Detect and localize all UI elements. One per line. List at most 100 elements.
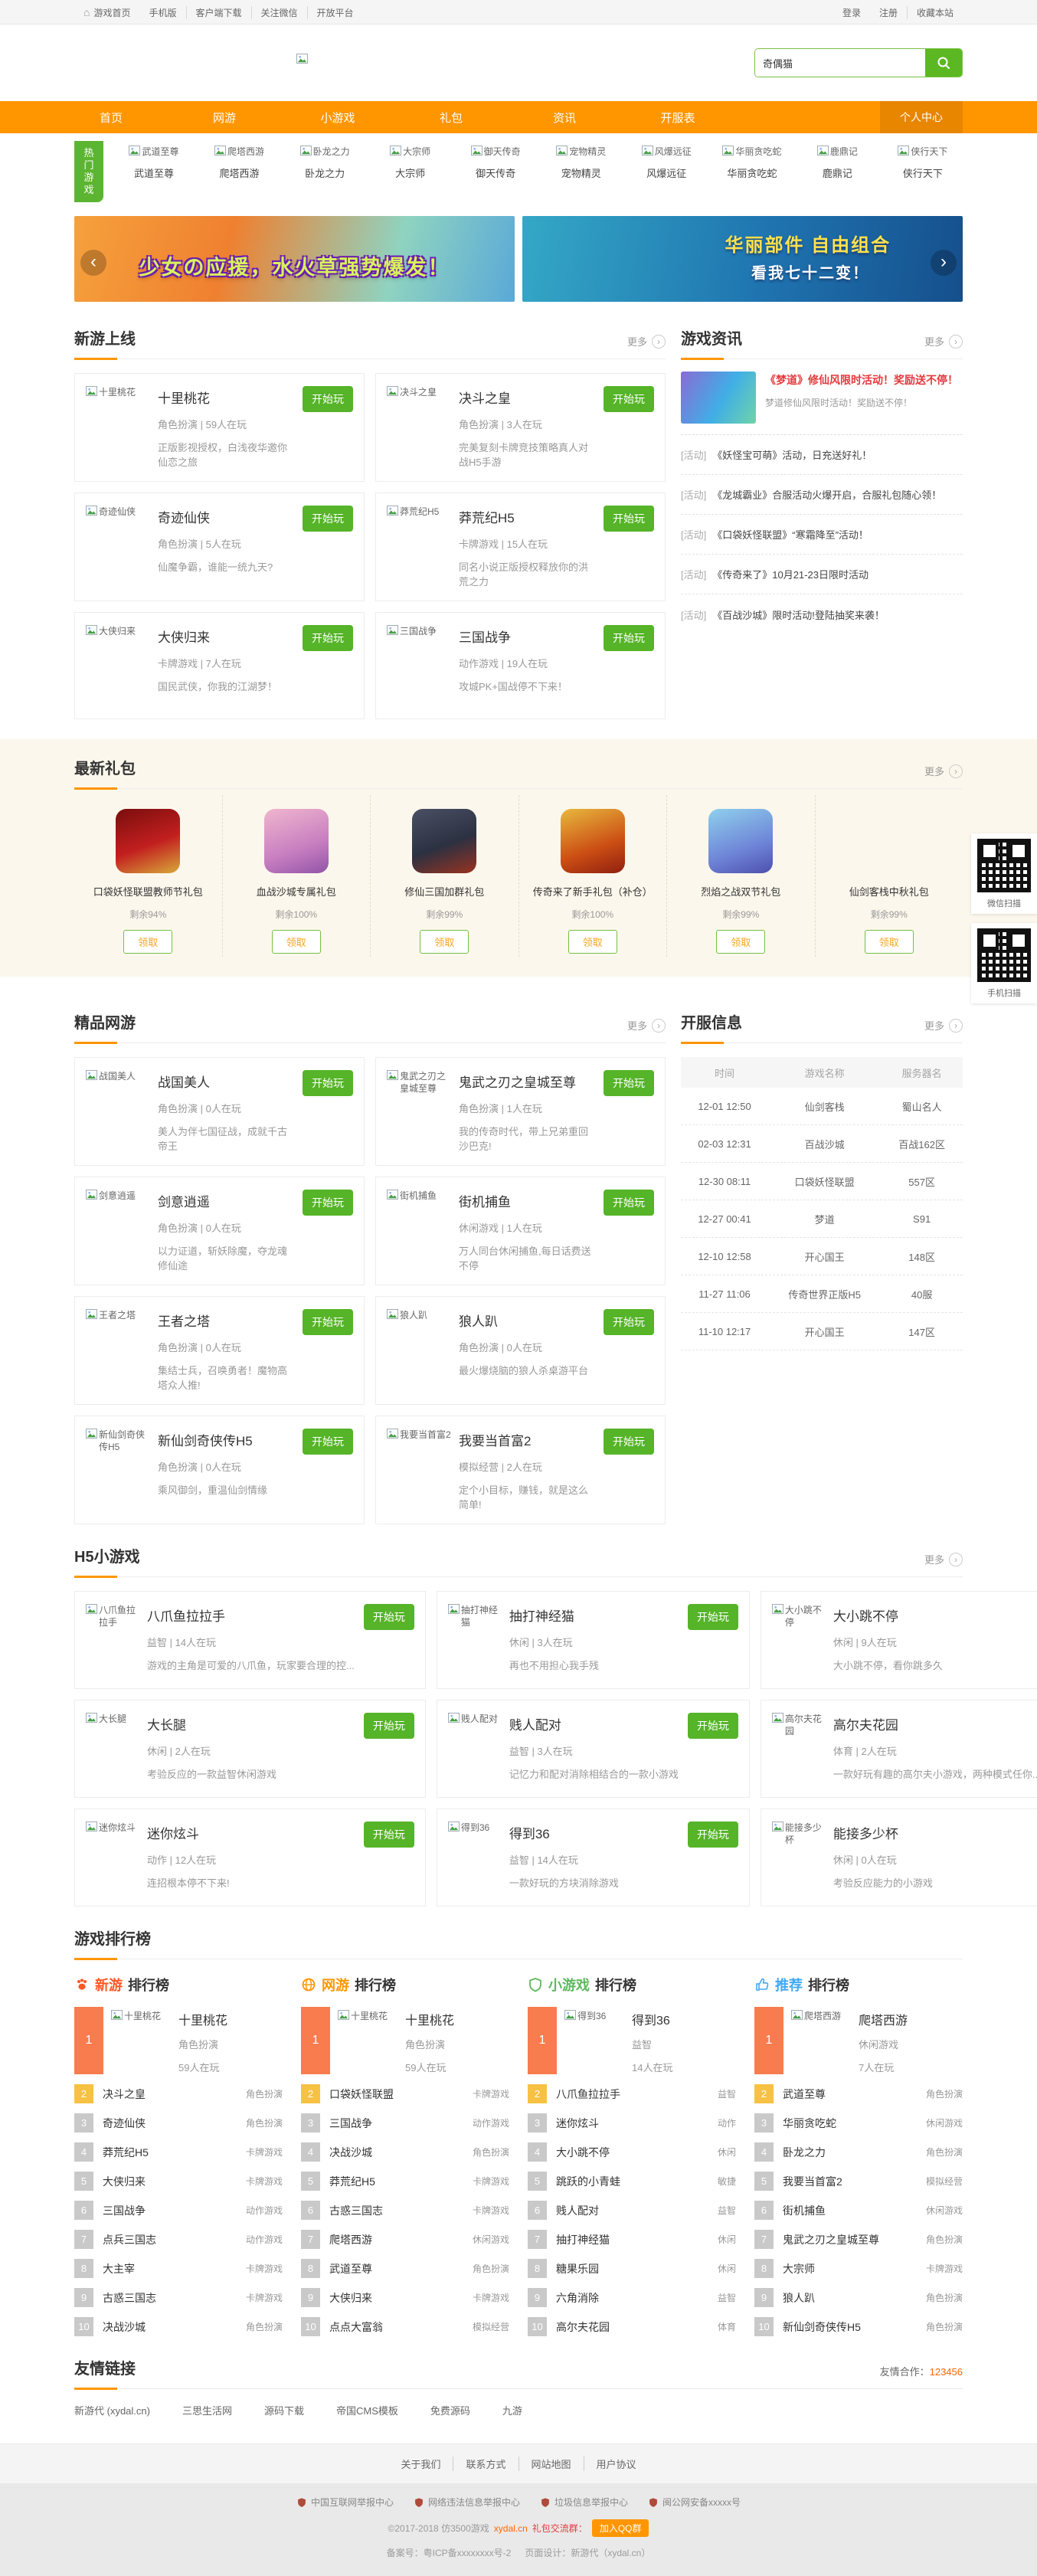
ranking-item[interactable]: 6 古惑三国志 卡牌游戏 [301, 2201, 509, 2220]
play-button[interactable]: 开始玩 [303, 1190, 353, 1216]
ranking-item[interactable]: 9 古惑三国志 卡牌游戏 [74, 2288, 283, 2307]
hot-game-item[interactable]: 宠物精灵 宠物精灵 [541, 141, 621, 202]
ranking-item[interactable]: 9 狼人趴 角色扮演 [754, 2288, 963, 2307]
play-button[interactable]: 开始玩 [604, 1309, 654, 1335]
play-button[interactable]: 开始玩 [303, 1309, 353, 1335]
site-domain-link[interactable]: xydal.cn [494, 2523, 528, 2534]
friend-link[interactable]: 免费源码 [430, 2403, 470, 2417]
ranking-item[interactable]: 7 点兵三国志 动作游戏 [74, 2230, 283, 2249]
ranking-item[interactable]: 2 决斗之皇 角色扮演 [74, 2084, 283, 2103]
nav-tab[interactable]: 开服表 [641, 101, 715, 133]
ranking-item[interactable]: 9 大侠归来 卡牌游戏 [301, 2288, 509, 2307]
ranking-item[interactable]: 2 武道至尊 角色扮演 [754, 2084, 963, 2103]
ranking-item[interactable]: 7 鬼武之刃之皇城至尊 角色扮演 [754, 2230, 963, 2249]
play-button[interactable]: 开始玩 [604, 1190, 654, 1216]
ranking-item[interactable]: 6 街机捕鱼 休闲游戏 [754, 2201, 963, 2220]
ranking-item[interactable]: 6 贱人配对 益智 [528, 2201, 736, 2220]
hot-game-item[interactable]: 大宗师 大宗师 [371, 141, 450, 202]
more-link[interactable]: 更多› [627, 334, 666, 349]
topbar-link[interactable]: 关注微信 [251, 6, 307, 19]
h5-game-card[interactable]: 迷你炫斗 迷你炫斗 动作 | 12人在玩 连招根本停不下来! 开始玩 [74, 1808, 426, 1907]
hot-game-item[interactable]: 武道至尊 武道至尊 [114, 141, 194, 202]
more-link[interactable]: 更多› [924, 764, 963, 778]
ranking-item[interactable]: 10 高尔夫花园 体育 [528, 2317, 736, 2336]
ranking-item[interactable]: 3 三国战争 动作游戏 [301, 2113, 509, 2132]
server-row[interactable]: 11-27 11:06 传奇世界正版H5 40服 [681, 1275, 963, 1313]
game-card[interactable]: 莽荒纪H5 莽荒纪H5 卡牌游戏 | 15人在玩 同名小说正版授权释放你的洪荒之… [375, 493, 666, 601]
ranking-top-item[interactable]: 1 十里桃花 十里桃花 角色扮演 59人在玩 [74, 2007, 283, 2074]
ranking-item[interactable]: 5 跳跃的小青蛙 敏捷 [528, 2172, 736, 2191]
server-row[interactable]: 02-03 12:31 百战沙城 百战162区 [681, 1125, 963, 1163]
claim-button[interactable]: 领取 [716, 930, 765, 954]
hot-game-item[interactable]: 卧龙之力 卧龙之力 [285, 141, 365, 202]
footer-link[interactable]: 用户协议 [584, 2457, 649, 2471]
more-link[interactable]: 更多› [924, 1018, 963, 1033]
nav-tab[interactable]: 礼包 [414, 101, 488, 133]
ranking-item[interactable]: 5 莽荒纪H5 卡牌游戏 [301, 2172, 509, 2191]
carousel-next-icon[interactable]: › [931, 250, 957, 276]
ranking-top-item[interactable]: 1 得到36 得到36 益智 14人在玩 [528, 2007, 736, 2074]
topbar-link[interactable]: 开放平台 [307, 6, 363, 19]
claim-button[interactable]: 领取 [420, 930, 469, 954]
server-row[interactable]: 12-30 08:11 口袋妖怪联盟 557区 [681, 1163, 963, 1200]
gift-game-icon[interactable] [708, 809, 773, 873]
game-card[interactable]: 十里桃花 十里桃花 角色扮演 | 59人在玩 正版影视授权，白浅夜华邀你仙恋之旅… [74, 373, 365, 482]
play-button[interactable]: 开始玩 [303, 1429, 353, 1455]
claim-button[interactable]: 领取 [123, 930, 172, 954]
featured-news[interactable]: 《梦道》修仙风限时活动！奖励送不停！ 梦道修仙风限时活动！奖励送不停！ [681, 359, 963, 435]
ranking-item[interactable]: 10 新仙剑奇侠传H5 角色扮演 [754, 2317, 963, 2336]
user-center-button[interactable]: 个人中心 [880, 101, 963, 133]
gift-game-icon[interactable] [561, 809, 625, 873]
friend-link[interactable]: 新游代 (xydal.cn) [74, 2403, 150, 2417]
server-row[interactable]: 12-10 12:58 开心国王 148区 [681, 1238, 963, 1275]
ranking-item[interactable]: 10 点点大富翁 模拟经营 [301, 2317, 509, 2336]
h5-game-card[interactable]: 抽打神经猫 抽打神经猫 休闲 | 3人在玩 再也不用担心我手残 开始玩 [437, 1591, 750, 1689]
news-item[interactable]: [活动] 《龙城霸业》合服活动火爆开启，合服礼包随心领！ [681, 475, 963, 515]
login-link[interactable]: 登录 [833, 6, 870, 19]
gift-game-icon[interactable] [264, 809, 329, 873]
ranking-top-item[interactable]: 1 爬塔西游 爬塔西游 休闲游戏 7人在玩 [754, 2007, 963, 2074]
footer-link[interactable]: 网站地图 [518, 2457, 584, 2471]
ranking-item[interactable]: 10 决战沙城 角色扮演 [74, 2317, 283, 2336]
ranking-item[interactable]: 4 决战沙城 角色扮演 [301, 2142, 509, 2162]
register-link[interactable]: 注册 [870, 6, 907, 19]
footer-link[interactable]: 联系方式 [453, 2457, 518, 2471]
search-button[interactable] [925, 49, 962, 77]
more-link[interactable]: 更多› [924, 1552, 963, 1566]
ranking-item[interactable]: 7 抽打神经猫 休闲 [528, 2230, 736, 2249]
ranking-item[interactable]: 8 大宗师 卡牌游戏 [754, 2259, 963, 2278]
carousel-prev-icon[interactable]: ‹ [80, 250, 106, 276]
report-badge-link[interactable]: 垃圾信息举报中心 [540, 2496, 628, 2509]
play-button[interactable]: 开始玩 [303, 1070, 353, 1096]
nav-tab[interactable]: 资讯 [528, 101, 601, 133]
play-button[interactable]: 开始玩 [688, 1822, 738, 1848]
friend-link[interactable]: 源码下载 [264, 2403, 304, 2417]
h5-game-card[interactable]: 大小跳不停 大小跳不停 休闲 | 9人在玩 大小跳不停，看你跳多久 开始玩 [761, 1591, 1037, 1689]
play-button[interactable]: 开始玩 [303, 506, 353, 532]
gift-game-icon[interactable] [412, 809, 476, 873]
server-row[interactable]: 12-27 00:41 梦道 S91 [681, 1200, 963, 1238]
ranking-item[interactable]: 3 奇迹仙侠 角色扮演 [74, 2113, 283, 2132]
play-button[interactable]: 开始玩 [364, 1822, 414, 1848]
gift-game-icon[interactable] [857, 809, 921, 873]
h5-game-card[interactable]: 大长腿 大长腿 休闲 | 2人在玩 考验反应的一款益智休闲游戏 开始玩 [74, 1700, 426, 1798]
ranking-item[interactable]: 3 华丽贪吃蛇 休闲游戏 [754, 2113, 963, 2132]
game-card[interactable]: 我要当首富2 我要当首富2 模拟经营 | 2人在玩 定个小目标，赚钱，就是这么简… [375, 1416, 666, 1524]
friend-link[interactable]: 三思生活网 [182, 2403, 232, 2417]
ranking-item[interactable]: 4 卧龙之力 角色扮演 [754, 2142, 963, 2162]
ranking-item[interactable]: 4 莽荒纪H5 卡牌游戏 [74, 2142, 283, 2162]
game-card[interactable]: 狼人趴 狼人趴 角色扮演 | 0人在玩 最火爆烧脑的狼人杀桌游平台 开始玩 [375, 1296, 666, 1405]
play-button[interactable]: 开始玩 [604, 625, 654, 651]
ranking-item[interactable]: 4 大小跳不停 休闲 [528, 2142, 736, 2162]
claim-button[interactable]: 领取 [865, 930, 914, 954]
ranking-item[interactable]: 9 六角消除 益智 [528, 2288, 736, 2307]
join-qq-group-button[interactable]: 加入QQ群 [592, 2519, 649, 2537]
play-button[interactable]: 开始玩 [364, 1604, 414, 1630]
play-button[interactable]: 开始玩 [604, 1429, 654, 1455]
ranking-item[interactable]: 8 糖果乐园 休闲 [528, 2259, 736, 2278]
server-row[interactable]: 12-01 12:50 仙剑客栈 蜀山名人 [681, 1088, 963, 1125]
play-button[interactable]: 开始玩 [604, 386, 654, 412]
topbar-link[interactable]: 手机版 [139, 6, 185, 19]
hot-game-item[interactable]: 风爆远征 风爆远征 [626, 141, 706, 202]
ranking-item[interactable]: 5 大侠归来 卡牌游戏 [74, 2172, 283, 2191]
